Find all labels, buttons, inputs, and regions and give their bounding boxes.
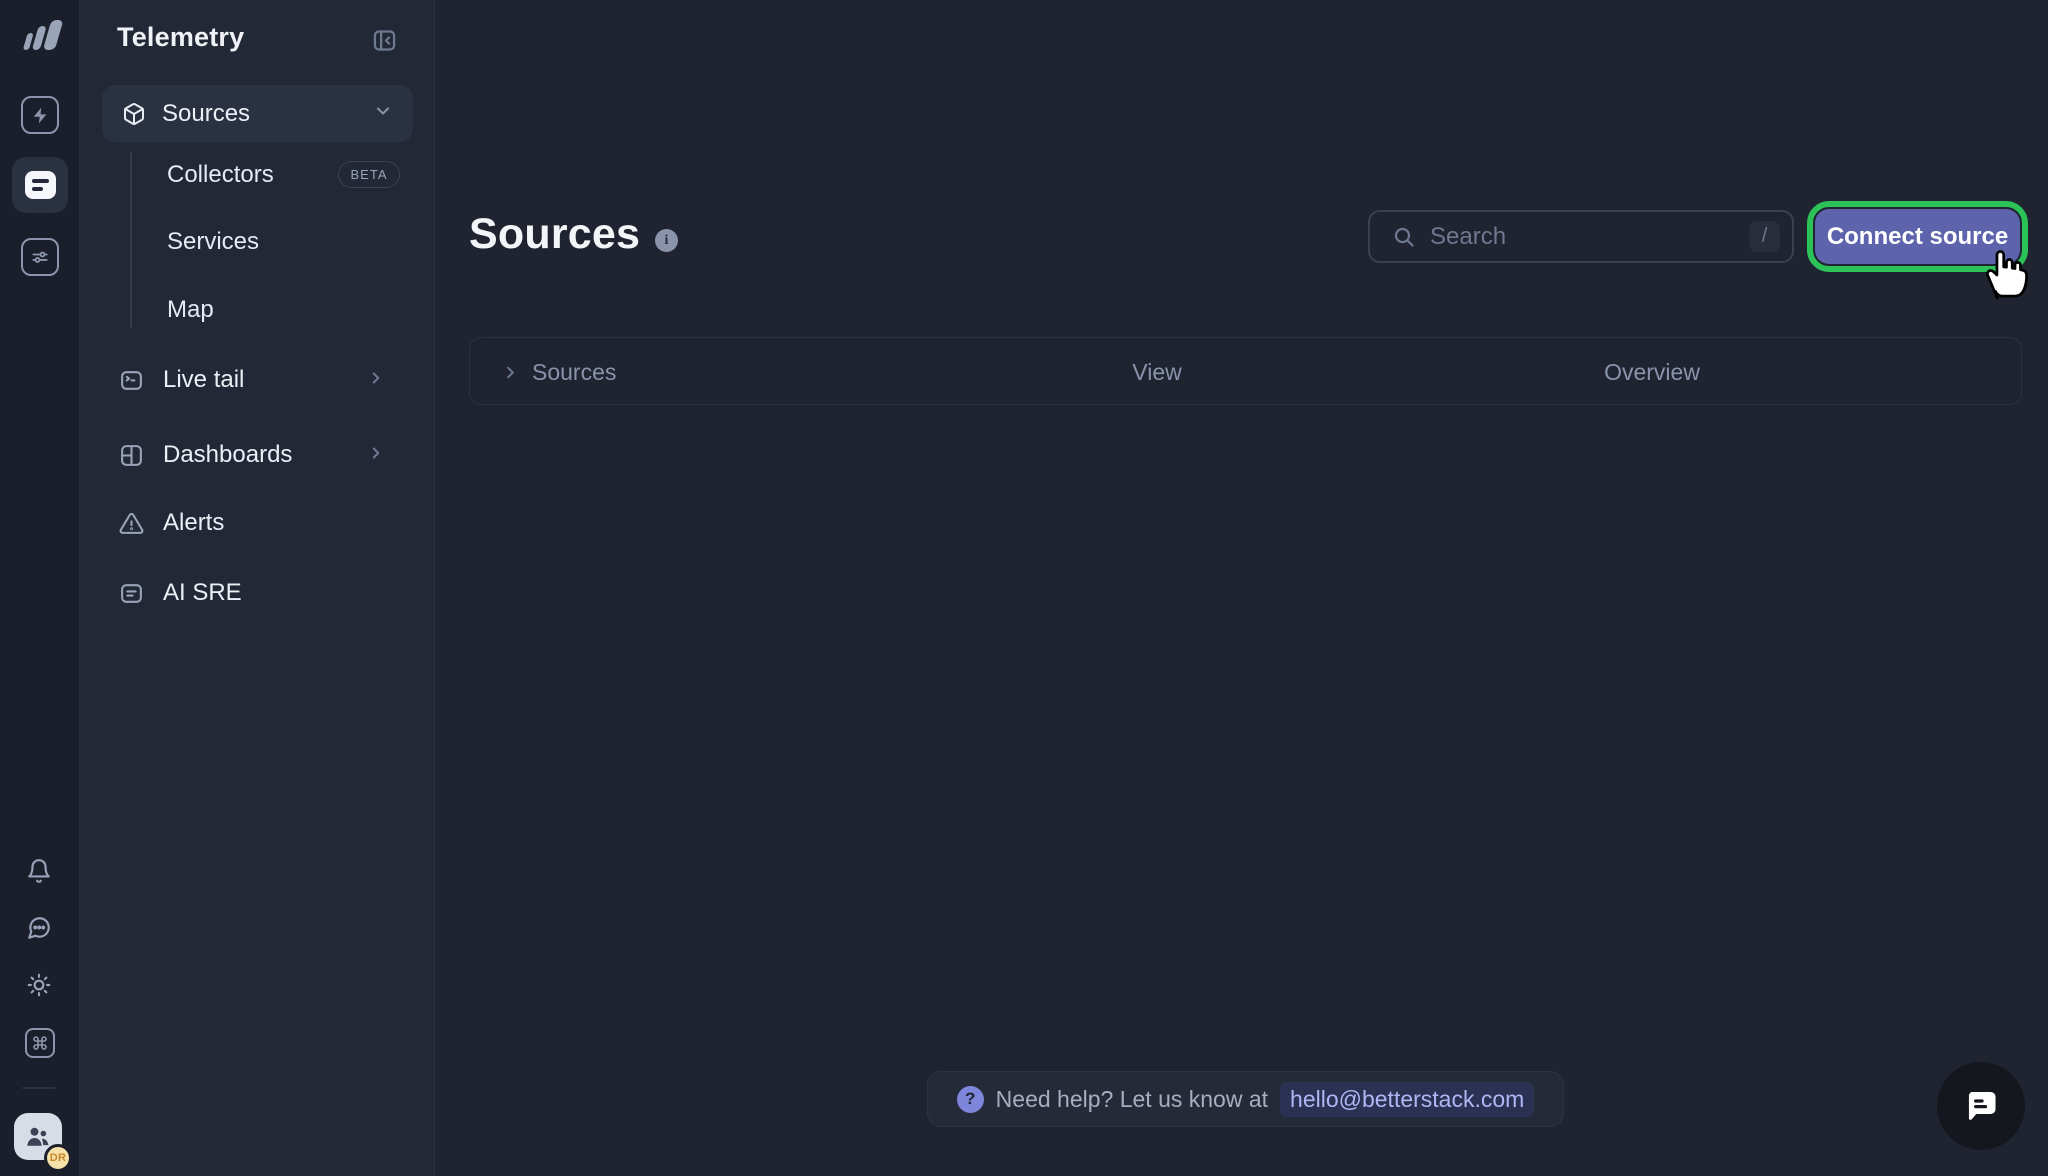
bell-icon[interactable] bbox=[26, 858, 52, 889]
sidebar-item-sources[interactable]: Sources bbox=[102, 85, 413, 142]
search-icon bbox=[1392, 225, 1416, 249]
chat-fab-button[interactable] bbox=[1937, 1062, 2025, 1150]
rail-divider bbox=[22, 1087, 56, 1089]
page-title: Sources bbox=[469, 210, 640, 259]
sidebar-item-collectors[interactable]: Collectors bbox=[167, 158, 274, 192]
search-input[interactable] bbox=[1430, 223, 1749, 251]
sidebar-title: Telemetry bbox=[117, 22, 244, 53]
chevron-right-icon bbox=[501, 363, 520, 382]
logs-icon bbox=[25, 171, 56, 199]
cube-icon bbox=[122, 102, 146, 126]
alert-triangle-icon bbox=[119, 511, 144, 536]
slash-shortcut-key: / bbox=[1749, 221, 1780, 252]
sidebar-item-label: Dashboards bbox=[163, 441, 292, 469]
grid-icon bbox=[119, 443, 144, 468]
table-header-sources-group[interactable]: Sources bbox=[501, 338, 616, 406]
question-icon: ? bbox=[957, 1086, 984, 1113]
terminal-icon bbox=[119, 368, 144, 393]
sidebar-item-label: Alerts bbox=[163, 509, 224, 537]
info-icon[interactable]: i bbox=[655, 229, 678, 252]
sun-icon[interactable] bbox=[26, 972, 52, 1003]
sources-table-header: Sources View Overview bbox=[469, 337, 2022, 405]
sidebar-item-label: AI SRE bbox=[163, 579, 242, 607]
chevron-right-icon bbox=[367, 444, 385, 467]
help-bar: ? Need help? Let us know at hello@better… bbox=[927, 1071, 1564, 1127]
sidebar-item-live-tail[interactable]: Live tail bbox=[119, 360, 413, 400]
sidebar-item-map[interactable]: Map bbox=[167, 293, 214, 327]
help-email-link[interactable]: hello@betterstack.com bbox=[1280, 1082, 1534, 1117]
uptime-lightning-icon[interactable] bbox=[21, 96, 59, 134]
search-box: / bbox=[1368, 210, 1794, 263]
message-lines-icon bbox=[119, 581, 144, 606]
command-icon[interactable] bbox=[25, 1028, 55, 1058]
sub-item-label: Map bbox=[167, 296, 214, 324]
collapse-sidebar-icon[interactable] bbox=[371, 27, 398, 59]
sidebar-item-alerts[interactable]: Alerts bbox=[119, 503, 413, 543]
beta-badge: BETA bbox=[338, 161, 400, 188]
chat-dots-icon[interactable] bbox=[26, 915, 52, 946]
avatar-initials-badge[interactable]: DR bbox=[44, 1144, 72, 1172]
sub-item-label: Services bbox=[167, 228, 259, 256]
users-icon bbox=[24, 1123, 52, 1151]
sidebar-item-label: Live tail bbox=[163, 366, 244, 394]
chevron-down-icon bbox=[373, 101, 393, 126]
sidebar: Telemetry Sources Collectors BETA Servic… bbox=[80, 0, 435, 1176]
column-header-overview: Overview bbox=[1604, 338, 1700, 406]
betterstack-logo-icon bbox=[17, 18, 63, 61]
telemetry-logs-icon-selected[interactable] bbox=[12, 157, 68, 213]
sidebar-item-ai-sre[interactable]: AI SRE bbox=[119, 573, 413, 613]
column-header-view: View bbox=[1132, 338, 1181, 406]
sidebar-item-label: Sources bbox=[162, 100, 250, 128]
icon-rail: DR bbox=[0, 0, 80, 1176]
chat-bubble-icon bbox=[1960, 1085, 2002, 1127]
main-content: Sources i / Connect source Sources View … bbox=[436, 0, 2048, 1176]
sidebar-item-dashboards[interactable]: Dashboards bbox=[119, 435, 413, 475]
nav-tree-line bbox=[130, 152, 132, 328]
connect-source-button[interactable]: Connect source bbox=[1815, 209, 2020, 264]
sidebar-item-services[interactable]: Services bbox=[167, 225, 259, 259]
sliders-icon[interactable] bbox=[21, 238, 59, 276]
chevron-right-icon bbox=[367, 369, 385, 392]
column-header: Sources bbox=[532, 359, 616, 386]
sub-item-label: Collectors bbox=[167, 161, 274, 189]
help-text: Need help? Let us know at bbox=[996, 1086, 1268, 1113]
